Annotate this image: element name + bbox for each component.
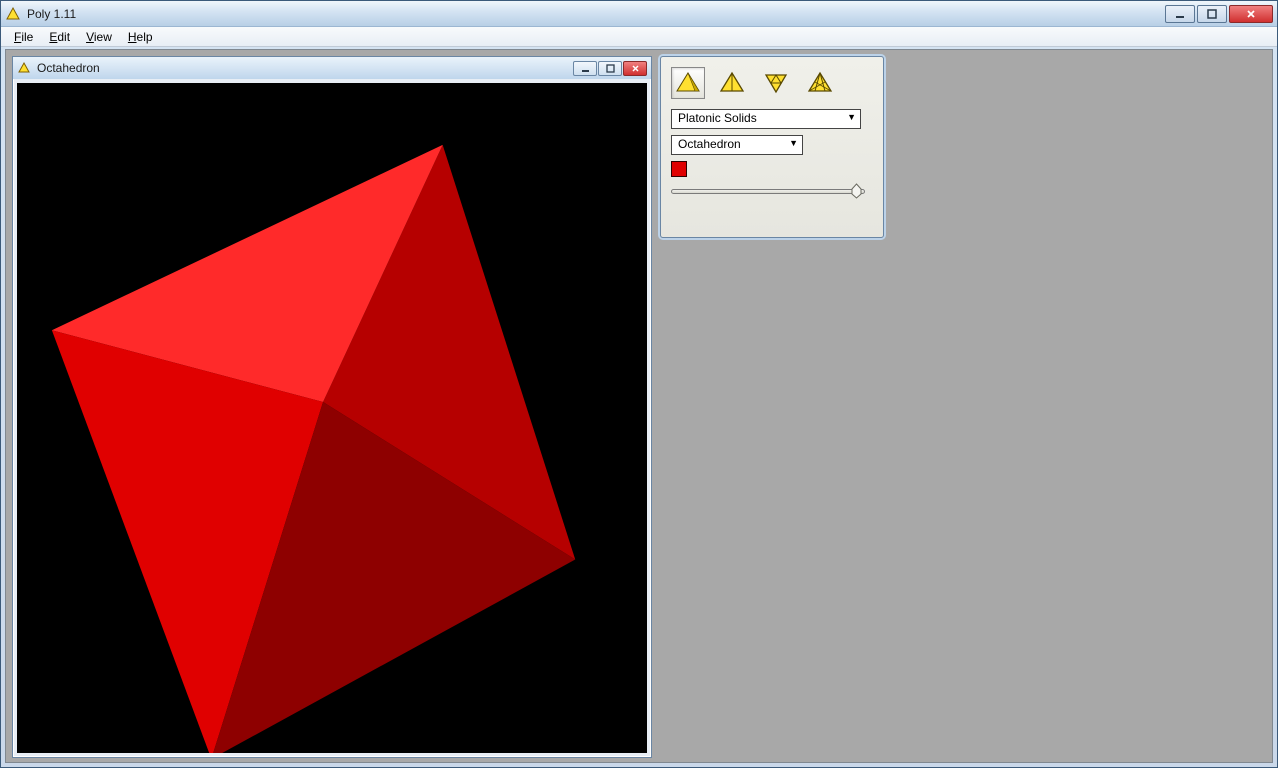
viewer-maximize-button[interactable] xyxy=(598,61,622,76)
slider-rail xyxy=(671,189,865,194)
wire-triangle-icon xyxy=(807,70,833,97)
main-window: Poly 1.11 File Edit View Help Octahe xyxy=(0,0,1278,768)
net-triangle-icon xyxy=(719,70,745,97)
view-mode-wire[interactable] xyxy=(803,67,837,99)
maximize-button[interactable] xyxy=(1197,5,1227,23)
category-select[interactable]: Platonic Solids xyxy=(671,109,861,129)
menu-help[interactable]: Help xyxy=(121,29,160,45)
menu-edit[interactable]: Edit xyxy=(42,29,77,45)
minimize-button[interactable] xyxy=(1165,5,1195,23)
viewer-canvas[interactable] xyxy=(17,83,647,753)
title-bar[interactable]: Poly 1.11 xyxy=(1,1,1277,27)
menu-file[interactable]: File xyxy=(7,29,40,45)
color-swatch[interactable] xyxy=(671,161,687,177)
view-mode-dual[interactable] xyxy=(759,67,793,99)
menu-view[interactable]: View xyxy=(79,29,119,45)
viewer-title: Octahedron xyxy=(37,61,572,75)
unfold-slider[interactable] xyxy=(671,183,865,199)
control-panel[interactable]: Platonic Solids Octahedron xyxy=(660,56,884,238)
window-controls xyxy=(1163,5,1273,23)
viewer-title-bar[interactable]: Octahedron xyxy=(13,57,651,79)
app-icon xyxy=(17,61,31,75)
solid-triangle-icon xyxy=(675,70,701,97)
app-icon xyxy=(5,6,21,22)
viewer-close-button[interactable] xyxy=(623,61,647,76)
solid-value: Octahedron xyxy=(678,137,741,151)
view-mode-row xyxy=(671,67,873,99)
slider-thumb[interactable] xyxy=(851,183,862,199)
category-value: Platonic Solids xyxy=(678,111,757,125)
menu-bar: File Edit View Help xyxy=(1,27,1277,47)
viewer-minimize-button[interactable] xyxy=(573,61,597,76)
solid-select[interactable]: Octahedron xyxy=(671,135,803,155)
app-title: Poly 1.11 xyxy=(27,7,1163,21)
view-mode-solid[interactable] xyxy=(671,67,705,99)
dual-triangle-icon xyxy=(763,70,789,97)
mdi-workspace: Octahedron xyxy=(5,49,1273,763)
close-button[interactable] xyxy=(1229,5,1273,23)
view-mode-net[interactable] xyxy=(715,67,749,99)
viewer-window[interactable]: Octahedron xyxy=(12,56,652,758)
